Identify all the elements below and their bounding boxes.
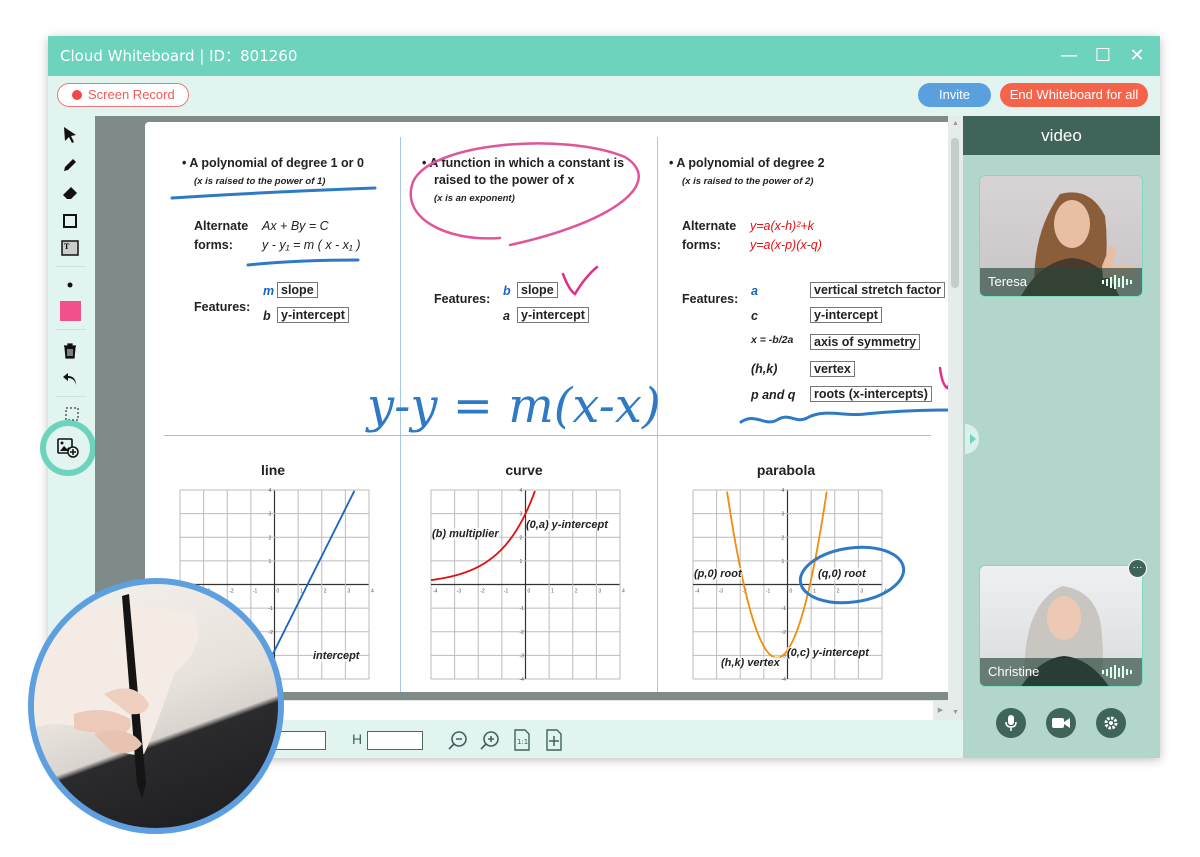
fit-to-screen-icon[interactable] bbox=[543, 729, 565, 751]
chevron-right-icon bbox=[970, 434, 976, 444]
rectangle-tool[interactable] bbox=[59, 210, 81, 232]
minimize-button[interactable]: — bbox=[1060, 47, 1078, 65]
undo-icon bbox=[63, 373, 76, 385]
title-bar: Cloud Whiteboard | ID：801260 — ☐ ✕ bbox=[48, 36, 1160, 76]
svg-text:T: T bbox=[64, 242, 70, 251]
text-tool[interactable]: T bbox=[59, 237, 81, 259]
end-whiteboard-button[interactable]: End Whiteboard for all bbox=[1000, 83, 1148, 107]
maximize-button[interactable]: ☐ bbox=[1094, 47, 1112, 65]
cursor-icon bbox=[64, 127, 76, 143]
window-title: Cloud Whiteboard | ID：801260 bbox=[60, 47, 298, 65]
height-label: H bbox=[352, 731, 363, 747]
pencil-icon bbox=[64, 159, 76, 171]
delete-tool[interactable] bbox=[59, 340, 81, 362]
whiteboard-canvas[interactable]: • A polynomial of degree 1 or 0 (x is ra… bbox=[145, 122, 982, 692]
rectangle-icon bbox=[63, 214, 77, 228]
video-tile-teresa[interactable]: Teresa bbox=[979, 175, 1143, 297]
screenshot-icon bbox=[65, 407, 79, 421]
stroke-size-tool[interactable] bbox=[59, 274, 81, 296]
microphone-button[interactable] bbox=[996, 708, 1026, 738]
text-box-icon: T bbox=[61, 240, 79, 256]
dot-icon bbox=[67, 282, 73, 288]
vertical-scrollbar[interactable]: ▲ ▼ bbox=[948, 116, 963, 720]
color-picker[interactable] bbox=[59, 300, 81, 322]
camera-button[interactable] bbox=[1046, 708, 1076, 738]
video-tile-christine[interactable]: Christine bbox=[979, 565, 1143, 687]
actual-size-icon[interactable]: 1:1 bbox=[511, 729, 533, 751]
eraser-icon bbox=[63, 187, 77, 199]
microphone-icon bbox=[1005, 715, 1017, 731]
trash-icon bbox=[64, 343, 76, 359]
zoom-in-icon[interactable] bbox=[479, 729, 501, 751]
video-panel: video Teresa Christine ··· bbox=[963, 116, 1160, 758]
close-button[interactable]: ✕ bbox=[1128, 47, 1146, 65]
camera-icon bbox=[1052, 718, 1070, 728]
height-field[interactable] bbox=[367, 731, 423, 750]
zoom-out-icon[interactable] bbox=[447, 729, 469, 751]
insert-image-tool[interactable] bbox=[40, 420, 96, 476]
invite-button[interactable]: Invite bbox=[918, 83, 991, 107]
more-options-button[interactable]: ··· bbox=[1128, 559, 1147, 578]
handwriting-layer: y-y = m(x-x) bbox=[170, 142, 967, 605]
audio-level-icon bbox=[1102, 665, 1132, 679]
actual-size-label: 1:1 bbox=[517, 738, 528, 746]
select-tool[interactable] bbox=[59, 124, 81, 146]
image-add-icon bbox=[57, 438, 79, 458]
undo-tool[interactable] bbox=[59, 368, 81, 390]
screen-record-button[interactable]: Screen Record bbox=[57, 83, 189, 107]
audio-level-icon bbox=[1102, 275, 1132, 289]
hand-holding-stylus-illustration bbox=[34, 594, 199, 798]
pen-tablet-photo bbox=[28, 578, 284, 834]
color-swatch bbox=[59, 301, 81, 321]
handwritten-equation: y-y = m(x-x) bbox=[365, 378, 661, 434]
video-panel-title: video bbox=[963, 116, 1160, 155]
eraser-tool[interactable] bbox=[59, 182, 81, 204]
settings-button[interactable] bbox=[1096, 708, 1126, 738]
gear-icon bbox=[1104, 716, 1118, 730]
pen-tool[interactable] bbox=[59, 154, 81, 176]
